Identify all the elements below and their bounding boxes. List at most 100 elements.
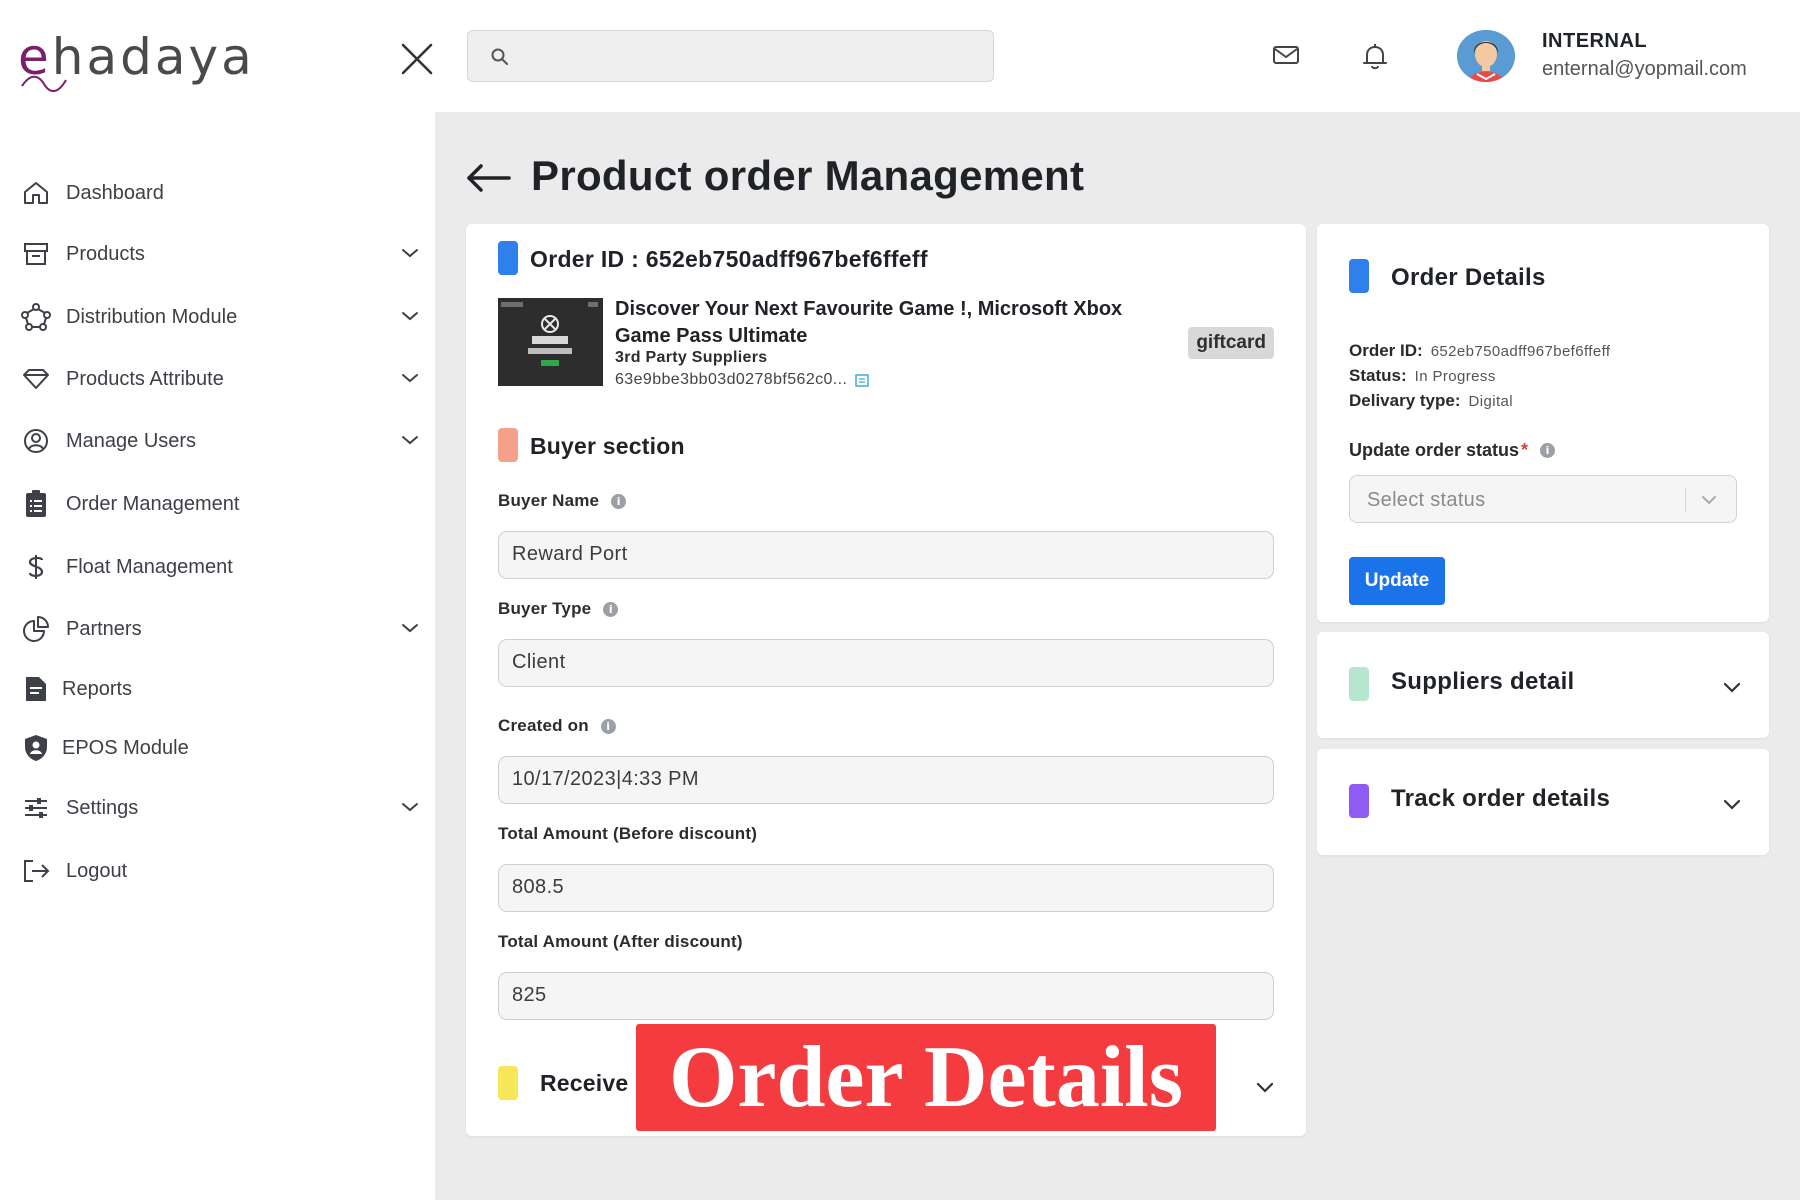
status-label: Status: xyxy=(1349,366,1407,385)
close-icon xyxy=(401,43,433,75)
status-select-placeholder: Select status xyxy=(1367,489,1486,511)
home-icon xyxy=(20,177,52,209)
sidebar-item-label: Settings xyxy=(66,796,139,819)
delivery-type-label: Delivary type: xyxy=(1349,391,1461,410)
select-separator xyxy=(1685,488,1686,512)
top-bar: ehadaya INTERNAL enternal@yopmail.com xyxy=(0,0,1800,112)
total-after-discount-label: Total Amount (After discount) xyxy=(498,932,743,952)
track-order-marker xyxy=(1349,784,1369,818)
sidebar-item-manage-users[interactable]: Manage Users xyxy=(20,418,420,464)
order-id-label: Order ID: xyxy=(1349,341,1423,360)
user-circle-icon xyxy=(20,425,52,457)
sidebar-item-label: Manage Users xyxy=(66,429,197,452)
pie-chart-icon xyxy=(20,613,52,645)
required-marker: * xyxy=(1521,440,1529,460)
info-icon[interactable]: i xyxy=(611,493,627,509)
sidebar-item-reports[interactable]: Reports xyxy=(20,666,420,712)
status-value: In Progress xyxy=(1414,368,1496,385)
sidebar-item-epos-module[interactable]: EPOS Module xyxy=(20,725,420,771)
chevron-down-icon[interactable] xyxy=(400,430,420,450)
product-id: 63e9bbe3bb03d0278bf562c0... xyxy=(615,371,848,388)
update-button[interactable]: Update xyxy=(1349,557,1445,605)
status-line: Status: In Progress xyxy=(1349,366,1496,386)
sidebar-item-products[interactable]: Products xyxy=(20,231,420,277)
search-bar[interactable] xyxy=(467,30,994,82)
logo-rest: hadaya xyxy=(51,28,255,86)
chevron-down-icon[interactable] xyxy=(400,368,420,388)
overlay-banner: Order Details xyxy=(636,1024,1216,1131)
sidebar-item-label: Logout xyxy=(66,859,128,882)
sidebar-item-label: Float Management xyxy=(66,555,233,578)
info-icon[interactable]: i xyxy=(1540,443,1556,458)
chevron-down-icon[interactable] xyxy=(400,618,420,638)
buyer-section-marker xyxy=(498,428,518,462)
order-card: Order ID : 652eb750adff967bef6ffeff Disc… xyxy=(466,224,1306,1136)
suppliers-detail-card[interactable]: Suppliers detail xyxy=(1317,632,1769,738)
sidebar-item-label: Products xyxy=(66,242,145,265)
sidebar-item-logout[interactable]: Logout xyxy=(20,848,420,894)
created-on-field[interactable]: 10/17/2023|4:33 PM xyxy=(498,756,1274,804)
sidebar-item-settings[interactable]: Settings xyxy=(20,785,420,831)
track-order-card[interactable]: Track order details xyxy=(1317,749,1769,855)
order-id-line: Order ID: 652eb750adff967bef6ffeff xyxy=(1349,341,1610,361)
update-order-status-label: Update order status * i xyxy=(1349,440,1556,461)
total-before-discount-field[interactable]: 808.5 xyxy=(498,864,1274,912)
sliders-icon xyxy=(20,792,52,824)
created-on-label: Created on i xyxy=(498,716,616,736)
sidebar-item-label: Dashboard xyxy=(66,181,164,204)
sidebar-item-label: Products Attribute xyxy=(66,367,224,390)
total-after-discount-field[interactable]: 825 xyxy=(498,972,1274,1020)
sidebar-item-label: Partners xyxy=(66,617,142,640)
chevron-down-icon[interactable] xyxy=(1700,493,1718,507)
sidebar-item-order-management[interactable]: Order Management xyxy=(20,481,420,527)
product-id-row: 63e9bbe3bb03d0278bf562c0... xyxy=(615,371,870,389)
mail-icon[interactable] xyxy=(1272,44,1300,66)
search-input[interactable] xyxy=(520,39,980,73)
sidebar: Dashboard Products Distribution Module P… xyxy=(0,112,435,1200)
chevron-down-icon[interactable] xyxy=(1254,1076,1276,1098)
sidebar-item-label: Distribution Module xyxy=(66,305,238,328)
receiver-section-marker xyxy=(498,1066,518,1100)
supplier-name: 3rd Party Suppliers xyxy=(615,349,768,366)
bell-icon[interactable] xyxy=(1361,42,1389,72)
info-icon[interactable]: i xyxy=(603,601,619,617)
order-id-heading: Order ID : 652eb750adff967bef6ffeff xyxy=(530,246,928,272)
avatar[interactable] xyxy=(1457,30,1515,82)
status-select[interactable]: Select status xyxy=(1349,475,1737,523)
sidebar-item-label: Reports xyxy=(62,677,133,700)
diamond-icon xyxy=(20,363,52,395)
user-name: INTERNAL xyxy=(1542,30,1648,52)
sidebar-item-products-attribute[interactable]: Products Attribute xyxy=(20,356,420,402)
order-marker xyxy=(498,241,518,275)
chevron-down-icon[interactable] xyxy=(400,306,420,326)
archive-icon xyxy=(20,238,52,270)
order-id-value: 652eb750adff967bef6ffeff xyxy=(1430,343,1611,360)
user-email: enternal@yopmail.com xyxy=(1542,58,1747,80)
delivery-type-line: Delivary type: Digital xyxy=(1349,391,1513,411)
info-icon[interactable]: i xyxy=(600,718,616,734)
buyer-type-field[interactable]: Client xyxy=(498,639,1274,687)
ehadaya-logo[interactable]: ehadaya xyxy=(18,22,255,92)
chevron-down-icon[interactable] xyxy=(1721,793,1743,815)
buyer-name-field[interactable]: Reward Port xyxy=(498,531,1274,579)
chevron-down-icon[interactable] xyxy=(400,797,420,817)
back-arrow-icon[interactable] xyxy=(465,162,513,194)
sidebar-item-dashboard[interactable]: Dashboard xyxy=(20,170,420,216)
order-details-marker xyxy=(1349,259,1369,293)
chevron-down-icon[interactable] xyxy=(1721,676,1743,698)
chevron-down-icon[interactable] xyxy=(400,243,420,263)
suppliers-detail-marker xyxy=(1349,667,1369,701)
sidebar-item-label: Order Management xyxy=(66,492,240,515)
product-image xyxy=(498,298,603,386)
close-sidebar-button[interactable] xyxy=(398,40,436,78)
copy-icon[interactable] xyxy=(854,372,870,388)
sidebar-item-partners[interactable]: Partners xyxy=(20,606,420,652)
buyer-type-label: Buyer Type i xyxy=(498,599,619,619)
sidebar-item-distribution-module[interactable]: Distribution Module xyxy=(20,294,420,340)
order-details-title: Order Details xyxy=(1391,264,1546,291)
sidebar-item-float-management[interactable]: Float Management xyxy=(20,544,420,590)
buyer-name-label: Buyer Name i xyxy=(498,491,627,511)
delivery-type-value: Digital xyxy=(1468,393,1513,410)
track-order-title: Track order details xyxy=(1391,785,1611,812)
page-title: Product order Management xyxy=(531,152,1085,199)
